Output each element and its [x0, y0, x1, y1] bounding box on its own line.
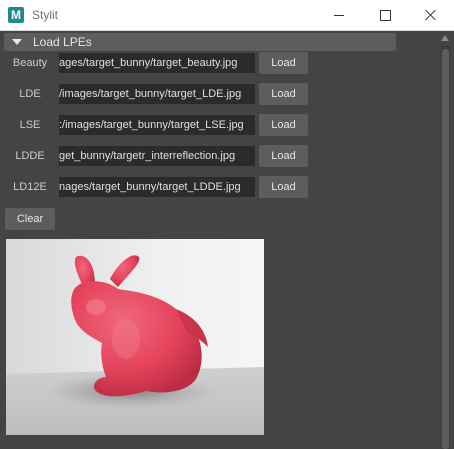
load-button-beauty[interactable]: Load — [259, 52, 308, 74]
window-title: Stylit — [32, 8, 59, 22]
lpe-path-field-ld12e[interactable]: nages/target_bunny/target_LDDE.jpg — [59, 177, 255, 197]
section-title: Load LPEs — [33, 35, 92, 49]
lpe-label-beauty: Beauty — [12, 57, 48, 69]
lpe-path-field-lde[interactable]: /images/target_bunny/target_LDE.jpg — [59, 84, 255, 104]
lpe-path-beauty: ages/target_bunny/target_beauty.jpg — [59, 57, 238, 69]
lpe-label-lse: LSE — [19, 119, 41, 131]
clear-button[interactable]: Clear — [5, 208, 55, 230]
load-button-ld12e[interactable]: Load — [259, 176, 308, 198]
scroll-up-arrow-icon[interactable] — [441, 35, 449, 41]
bunny-render-image — [6, 239, 264, 435]
maximize-icon — [379, 9, 391, 21]
lpe-path-lde: /images/target_bunny/target_LDE.jpg — [59, 88, 242, 100]
maximize-button[interactable] — [362, 0, 408, 30]
lpe-path-lse: :/images/target_bunny/target_LSE.jpg — [59, 119, 244, 131]
preview-image — [6, 239, 264, 435]
load-button-lse[interactable]: Load — [259, 114, 308, 136]
lpe-path-field-lse[interactable]: :/images/target_bunny/target_LSE.jpg — [59, 115, 255, 135]
load-button-ldde[interactable]: Load — [259, 145, 308, 167]
collapse-triangle-icon — [12, 39, 22, 45]
lpe-path-ldde: get_bunny/targetr_interreflection.jpg — [59, 150, 236, 162]
title-bar: M Stylit — [0, 0, 454, 31]
lpe-path-field-beauty[interactable]: ages/target_bunny/target_beauty.jpg — [59, 53, 255, 73]
close-icon — [425, 9, 437, 21]
load-button-lde[interactable]: Load — [259, 83, 308, 105]
scrollbar-thumb[interactable] — [442, 49, 449, 449]
maya-app-icon: M — [8, 7, 24, 23]
lpe-path-field-ldde[interactable]: get_bunny/targetr_interreflection.jpg — [59, 146, 255, 166]
minimize-icon — [334, 14, 344, 16]
lpe-label-lde: LDE — [19, 88, 41, 100]
lpe-path-ld12e: nages/target_bunny/target_LDDE.jpg — [59, 181, 241, 193]
lpe-label-ldde: LDDE — [15, 150, 45, 162]
lpe-label-ld12e: LD12E — [13, 181, 47, 193]
load-lpes-section-header[interactable]: Load LPEs — [4, 33, 396, 51]
minimize-button[interactable] — [316, 0, 362, 30]
close-button[interactable] — [408, 0, 454, 30]
main-panel: Load LPEs Beauty ages/target_bunny/targe… — [0, 31, 454, 449]
